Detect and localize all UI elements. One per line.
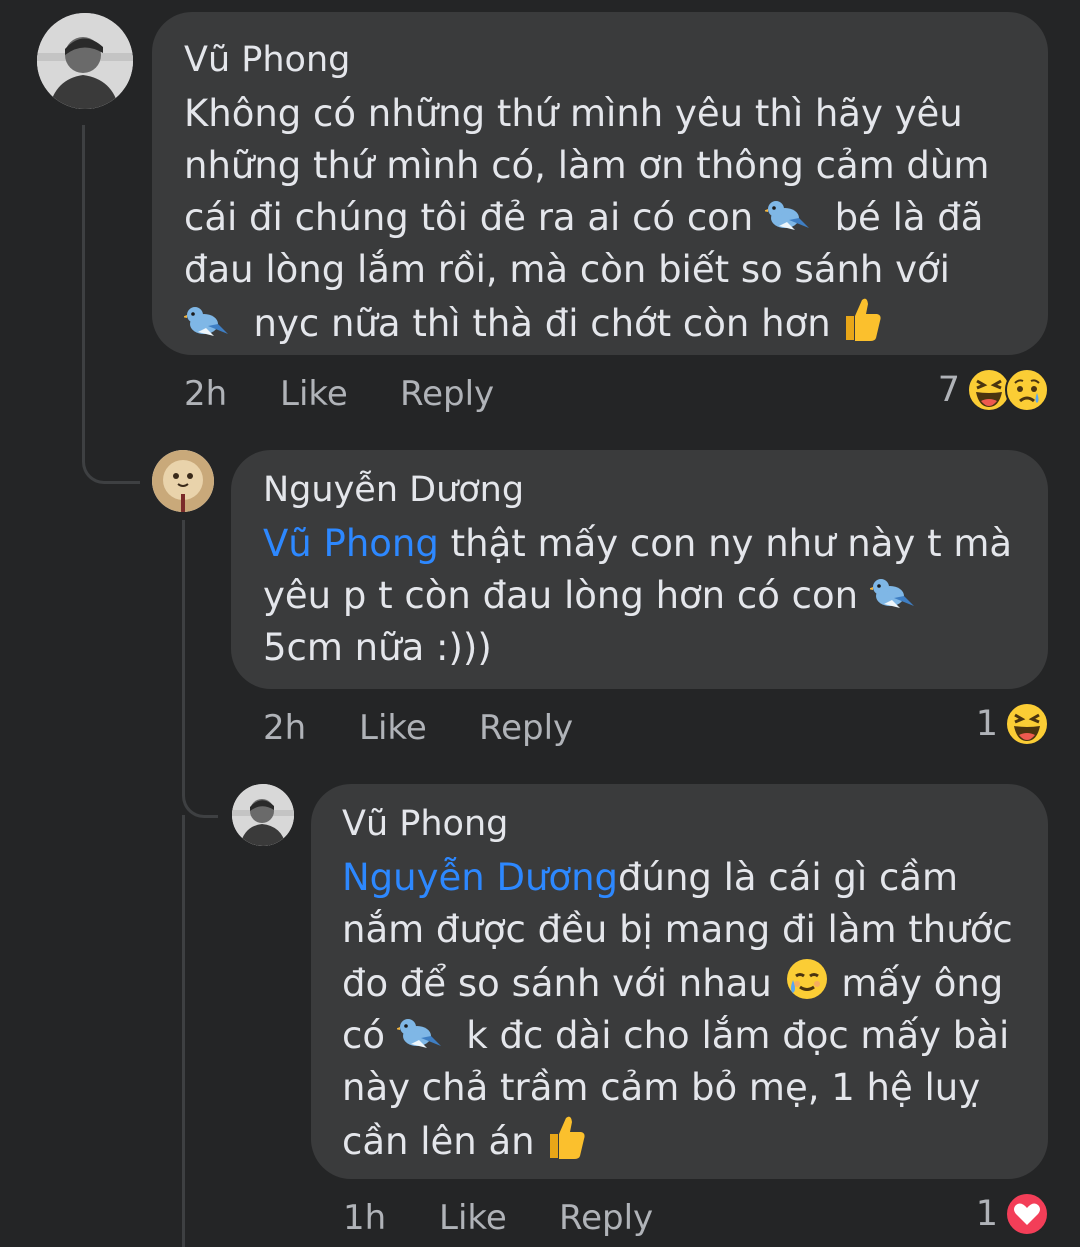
comment-actions: 2h Like Reply (184, 374, 584, 418)
comment-text-line: có k đc dài cho lắm đọc mấy bài (342, 1010, 1048, 1062)
bird-emoji-icon (184, 302, 230, 342)
reaction-count: 7 (937, 370, 960, 410)
comment-text-line: những thứ mình có, làm ơn thông cảm dùm (184, 144, 990, 187)
reaction-count: 1 (975, 704, 998, 744)
comment-text-line: nyc nữa thì thà đi chớt còn hơn (184, 296, 1048, 350)
bird-emoji-icon (396, 1014, 443, 1054)
comment-text-line: cần lên án (342, 1114, 1048, 1168)
comment-text-line: yêu p t còn đau lòng hơn có con (263, 570, 1048, 622)
comment-text-segment: k đc dài cho lắm đọc mấy bài (466, 1014, 1010, 1057)
comment-text-line: đau lòng lắm rồi, mà còn biết so sánh vớ… (184, 248, 950, 291)
comment-author[interactable]: Vũ Phong (342, 802, 1048, 846)
comment-text: Không có những thứ mình yêu thì hãy yêu … (184, 88, 1048, 350)
comment-text-line: Nguyễn Dươngđúng là cái gì cầm (342, 852, 1048, 904)
comment-bubble[interactable]: Vũ Phong Nguyễn Dươngđúng là cái gì cầm … (311, 784, 1048, 1179)
comment-text-segment: bé là đã (834, 196, 984, 239)
reaction-summary[interactable]: 1 (976, 1191, 1050, 1237)
reply-button[interactable]: Reply (559, 1198, 653, 1238)
comment-text-segment: đúng là cái gì cầm (618, 856, 959, 899)
comment-text-line: cái đi chúng tôi đẻ ra ai có con bé là đ… (184, 192, 1048, 244)
reaction-count: 1 (975, 1194, 998, 1234)
avatar[interactable] (232, 784, 294, 846)
smiling-tear-emoji-icon (784, 956, 830, 1002)
mention-link[interactable]: Vũ Phong (263, 522, 439, 565)
comment-author[interactable]: Nguyễn Dương (263, 468, 1048, 512)
bird-emoji-icon (869, 574, 916, 614)
avatar[interactable] (152, 450, 214, 512)
thread-connector (82, 125, 140, 484)
comment-timestamp[interactable]: 2h (263, 708, 306, 748)
mention-link[interactable]: Nguyễn Dương (342, 856, 618, 899)
comment-timestamp[interactable]: 1h (343, 1198, 386, 1238)
thread-connector (182, 520, 218, 818)
love-icon (1004, 1191, 1050, 1237)
comment-text-segment: đo để so sánh với nhau (342, 962, 772, 1005)
like-button[interactable]: Like (280, 374, 348, 414)
comment-text-segment: mấy ông (841, 962, 1004, 1005)
comment-actions: 2h Like Reply (263, 708, 663, 752)
comment-text-segment: thật mấy con ny như này t mà (438, 522, 1013, 565)
haha-icon (1004, 701, 1050, 747)
bird-emoji-icon (765, 196, 811, 236)
comment-text-line: Không có những thứ mình yêu thì hãy yêu (184, 92, 963, 135)
comment-text-line: nắm được đều bị mang đi làm thước (342, 908, 1013, 951)
comment-text: Nguyễn Dươngđúng là cái gì cầm nắm được … (342, 852, 1048, 1168)
comment-text: Vũ Phong thật mấy con ny như này t mà yê… (263, 518, 1048, 674)
reply-button[interactable]: Reply (479, 708, 573, 748)
comment-text-line: 5cm nữa :))) (263, 626, 492, 669)
comment-author[interactable]: Vũ Phong (184, 38, 1048, 82)
comment-text-segment: cái đi chúng tôi đẻ ra ai có con (184, 196, 754, 239)
comment-bubble[interactable]: Nguyễn Dương Vũ Phong thật mấy con ny nh… (231, 450, 1048, 689)
sad-icon (1004, 367, 1050, 413)
reaction-summary[interactable]: 7 (938, 367, 1050, 413)
reply-button[interactable]: Reply (400, 374, 494, 414)
thumbs-up-emoji-icon (546, 1114, 586, 1160)
comment-text-segment: cần lên án (342, 1120, 535, 1163)
thread-line (182, 815, 185, 1247)
comment-text-segment: nyc nữa thì thà đi chớt còn hơn (253, 302, 831, 345)
comment-bubble[interactable]: Vũ Phong Không có những thứ mình yêu thì… (152, 12, 1048, 355)
comment-text-segment: có (342, 1014, 385, 1057)
comment-actions: 1h Like Reply (343, 1198, 743, 1242)
comment-timestamp[interactable]: 2h (184, 374, 227, 414)
avatar[interactable] (37, 13, 133, 109)
comment-text-line: đo để so sánh với nhau mấy ông (342, 956, 1048, 1010)
comment-text-line: Vũ Phong thật mấy con ny như này t mà (263, 518, 1048, 570)
like-button[interactable]: Like (439, 1198, 507, 1238)
thumbs-up-emoji-icon (842, 296, 882, 342)
like-button[interactable]: Like (359, 708, 427, 748)
reaction-summary[interactable]: 1 (976, 701, 1050, 747)
comment-text-segment: yêu p t còn đau lòng hơn có con (263, 574, 859, 617)
comment-text-line: này chả trầm cảm bỏ mẹ, 1 hệ luỵ (342, 1066, 981, 1109)
